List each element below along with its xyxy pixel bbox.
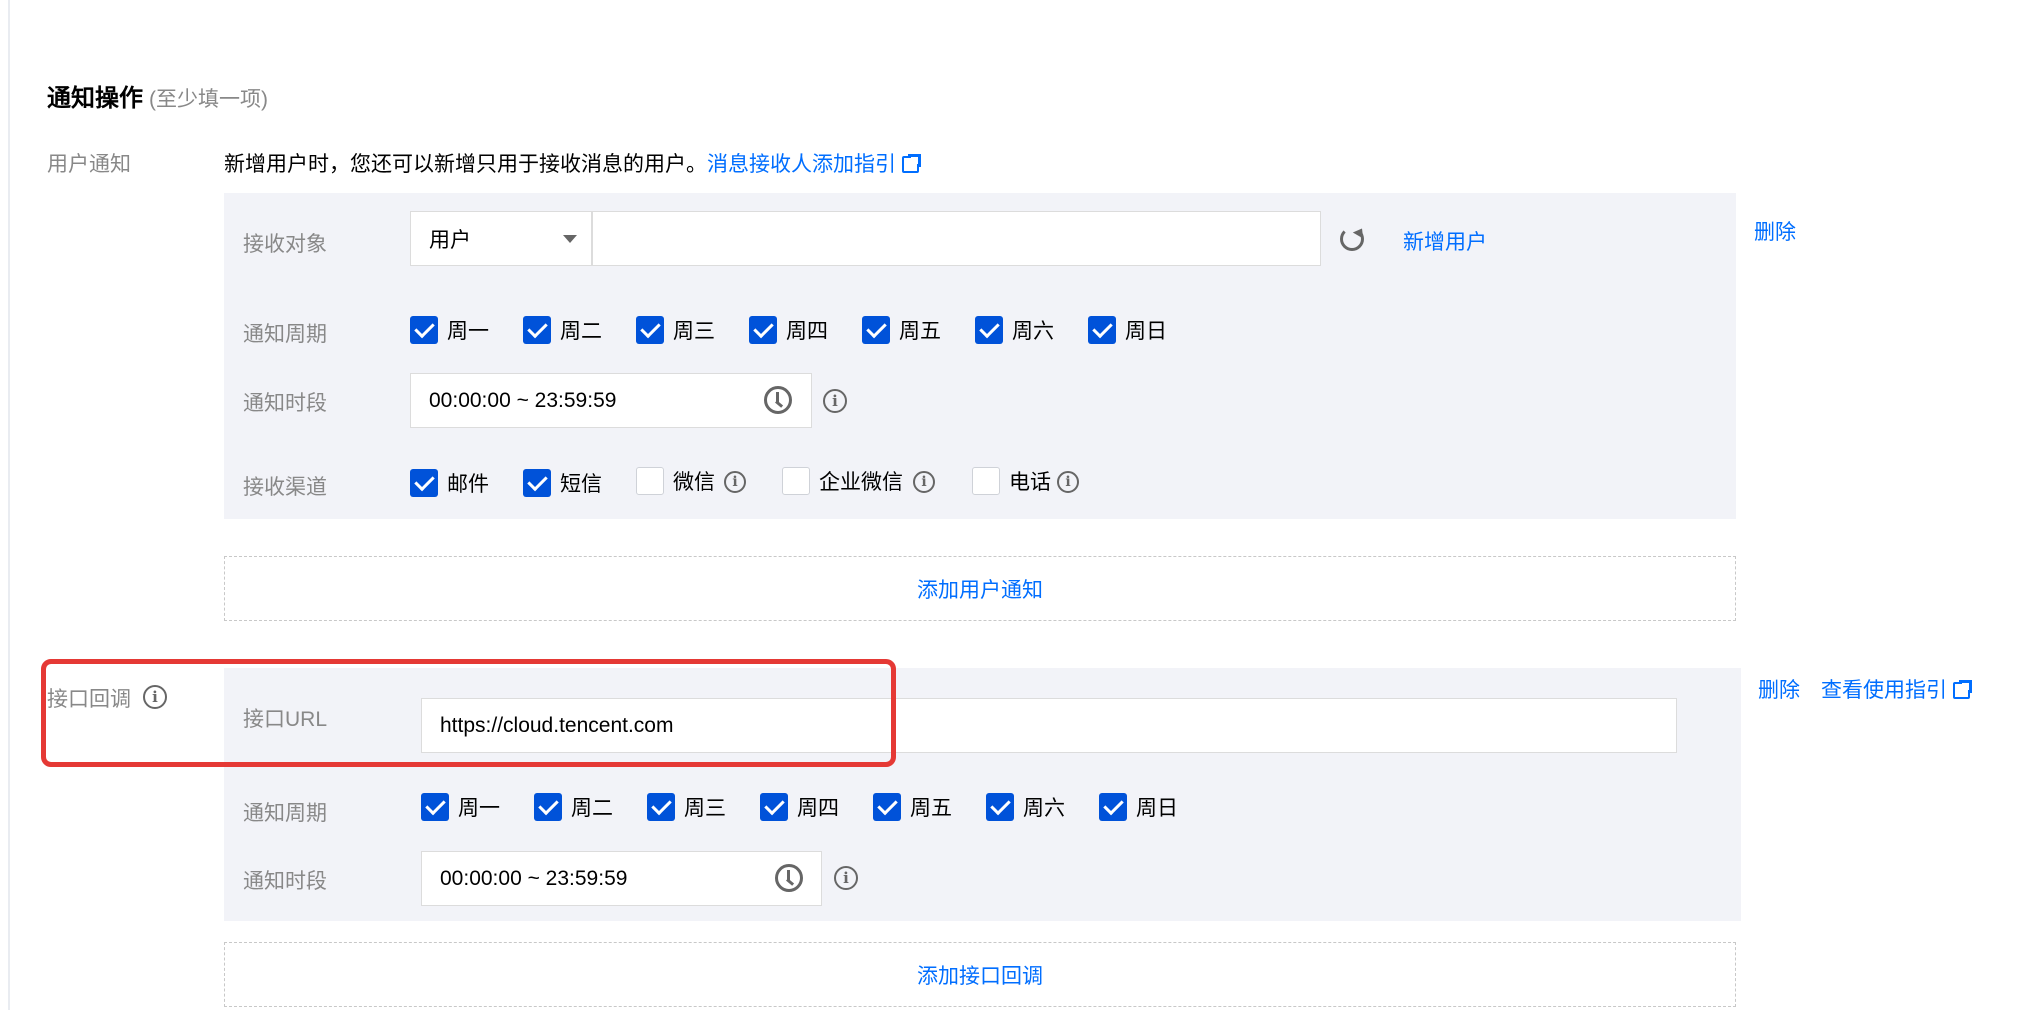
callback-day-mon-checkbox[interactable]: 周一	[421, 792, 500, 822]
callback-day-fri-checkbox[interactable]: 周五	[873, 792, 952, 822]
receiver-type-value: 用户	[429, 228, 471, 252]
check-icon	[636, 316, 664, 344]
left-divider	[8, 0, 10, 1010]
user-time-label: 通知时段	[243, 392, 327, 415]
clock-icon[interactable]	[775, 864, 803, 892]
user-notify-row: 新增用户时，您还可以新增只用于接收消息的用户。消息接收人添加指引	[224, 148, 921, 178]
user-cycle-label: 通知周期	[243, 323, 327, 346]
callback-day-tue-checkbox[interactable]: 周二	[534, 792, 613, 822]
refresh-icon[interactable]	[1340, 227, 1364, 251]
user-time-range-picker[interactable]: 00:00:00 ~ 23:59:59	[410, 373, 812, 428]
info-icon[interactable]: i	[724, 471, 746, 493]
external-link-icon	[1953, 680, 1972, 699]
add-user-notify-label: 添加用户通知	[917, 578, 1043, 602]
channel-wechat-checkbox[interactable]: 微信	[636, 466, 715, 496]
callback-time-range-picker[interactable]: 00:00:00 ~ 23:59:59	[421, 851, 822, 906]
check-icon	[873, 793, 901, 821]
add-callback-label: 添加接口回调	[917, 964, 1043, 988]
callback-day-sat-checkbox[interactable]: 周六	[986, 792, 1065, 822]
section-title: 通知操作 (至少填一项)	[47, 85, 268, 112]
check-icon	[410, 469, 438, 497]
callback-time-label: 通知时段	[243, 870, 327, 893]
user-day-thu-checkbox[interactable]: 周四	[749, 315, 828, 345]
user-time-range-value: 00:00:00 ~ 23:59:59	[429, 388, 617, 412]
add-user-notify-button[interactable]: 添加用户通知	[224, 556, 1736, 621]
channel-sms-checkbox[interactable]: 短信	[523, 468, 602, 498]
callback-day-sun-checkbox[interactable]: 周日	[1099, 792, 1178, 822]
user-day-fri-checkbox[interactable]: 周五	[862, 315, 941, 345]
user-notify-delete-link[interactable]: 删除	[1754, 216, 1796, 246]
channel-wecom-checkbox[interactable]: 企业微信	[782, 466, 903, 496]
user-notify-description: 新增用户时，您还可以新增只用于接收消息的用户。	[224, 153, 707, 176]
channel-label: 接收渠道	[243, 476, 327, 499]
check-icon	[523, 469, 551, 497]
check-icon	[421, 793, 449, 821]
check-icon	[862, 316, 890, 344]
receiver-label: 接收对象	[243, 233, 327, 256]
receiver-guide-link[interactable]: 消息接收人添加指引	[707, 153, 921, 176]
callback-cycle-label: 通知周期	[243, 802, 327, 825]
external-link-icon	[902, 154, 921, 173]
add-user-link[interactable]: 新增用户	[1403, 226, 1487, 256]
callback-day-wed-checkbox[interactable]: 周三	[647, 792, 726, 822]
user-day-sun-checkbox[interactable]: 周日	[1088, 315, 1167, 345]
check-icon	[534, 793, 562, 821]
info-icon[interactable]: i	[834, 866, 858, 890]
check-icon	[523, 316, 551, 344]
user-day-wed-checkbox[interactable]: 周三	[636, 315, 715, 345]
user-day-mon-checkbox[interactable]: 周一	[410, 315, 489, 345]
info-icon[interactable]: i	[913, 471, 935, 493]
channel-email-checkbox[interactable]: 邮件	[410, 468, 489, 498]
info-icon[interactable]: i	[823, 389, 847, 413]
receiver-input[interactable]	[592, 211, 1321, 266]
callback-time-range-value: 00:00:00 ~ 23:59:59	[440, 866, 628, 890]
clock-icon[interactable]	[764, 386, 792, 414]
callback-delete-link[interactable]: 删除	[1758, 674, 1800, 704]
receiver-type-select[interactable]: 用户	[410, 211, 592, 266]
check-icon	[647, 793, 675, 821]
check-icon	[1099, 793, 1127, 821]
callback-guide-link[interactable]: 查看使用指引	[1821, 674, 1972, 704]
add-callback-button[interactable]: 添加接口回调	[224, 942, 1736, 1007]
check-icon	[1088, 316, 1116, 344]
check-icon	[760, 793, 788, 821]
user-notify-label: 用户通知	[47, 153, 131, 176]
highlight-box	[41, 659, 896, 767]
check-icon	[749, 316, 777, 344]
user-day-tue-checkbox[interactable]: 周二	[523, 315, 602, 345]
check-icon	[975, 316, 1003, 344]
chevron-down-icon	[563, 235, 577, 243]
info-icon[interactable]: i	[1057, 471, 1079, 493]
channel-phone-checkbox[interactable]: 电话	[972, 466, 1051, 496]
callback-day-thu-checkbox[interactable]: 周四	[760, 792, 839, 822]
section-hint: (至少填一项)	[149, 88, 268, 111]
check-icon	[986, 793, 1014, 821]
check-icon	[410, 316, 438, 344]
user-day-sat-checkbox[interactable]: 周六	[975, 315, 1054, 345]
